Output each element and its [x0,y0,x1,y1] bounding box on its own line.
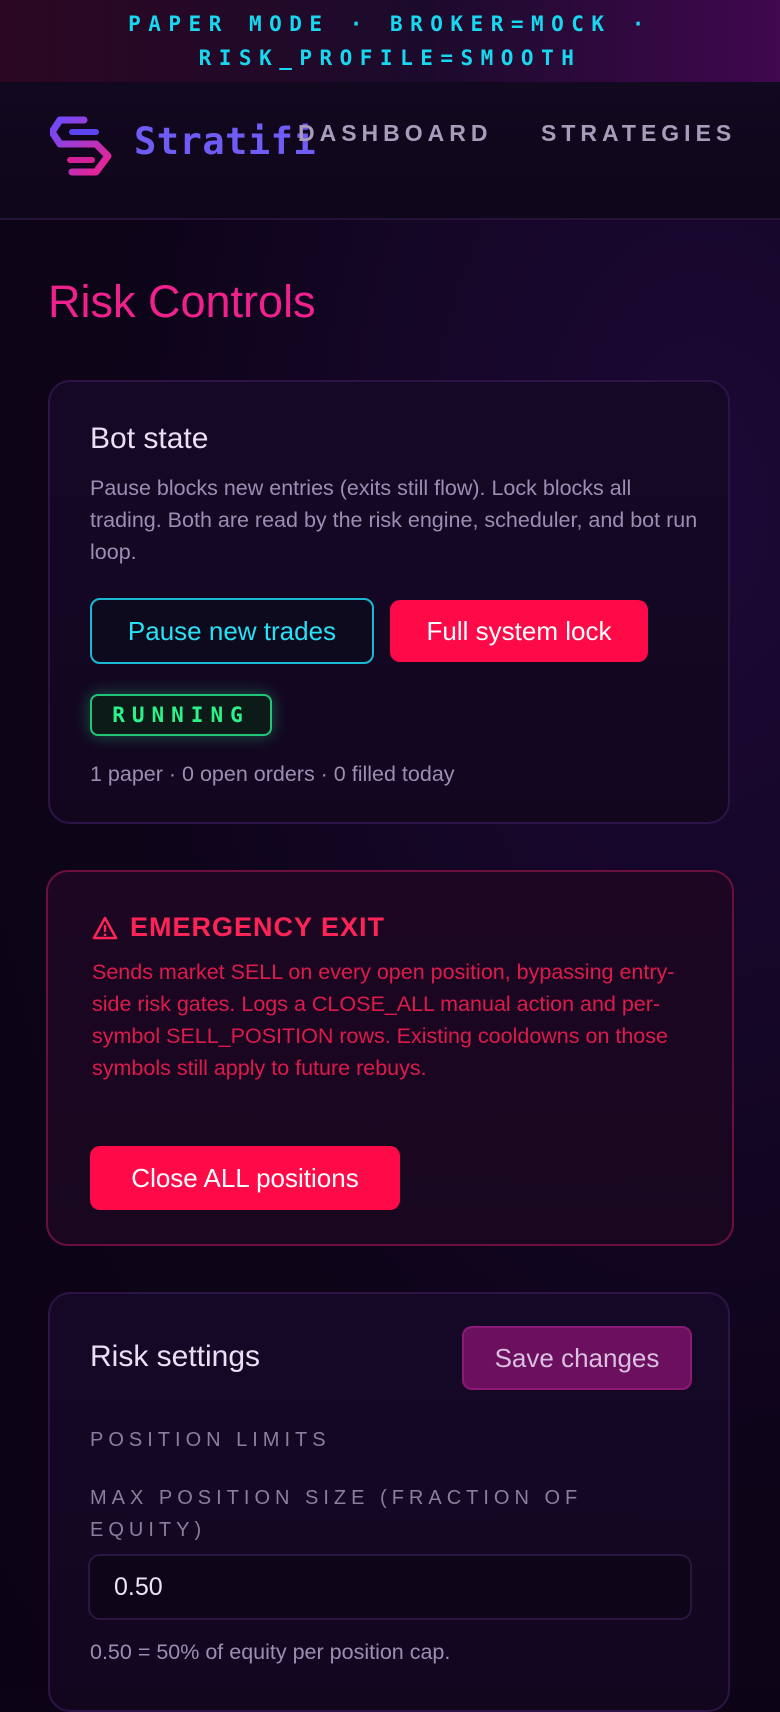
mode-banner: PAPER MODE · BROKER=MOCK · RISK_PROFILE=… [0,0,780,82]
top-navigation: Stratifi DASHBOARD STRATEGIES [0,82,780,220]
bot-state-title: Bot state [90,422,209,455]
emergency-exit-heading: EMERGENCY EXIT [92,912,385,943]
warning-icon [92,916,118,939]
banner-line-2: RISK_PROFILE=SMOOTH [198,46,582,70]
max-position-size-hint: 0.50 = 50% of equity per position cap. [90,1640,451,1664]
page-title: Risk Controls [48,276,316,327]
save-changes-button[interactable]: Save changes [462,1326,692,1390]
max-position-size-label: MAX POSITION SIZE (FRACTION OF EQUITY) [90,1487,583,1541]
close-all-positions-button[interactable]: Close ALL positions [90,1146,400,1210]
banner-line-1: PAPER MODE · BROKER=MOCK · [128,12,652,36]
nav-strategies-link[interactable]: STRATEGIES [541,120,736,147]
bot-state-card: Bot state Pause blocks new entries (exit… [48,380,730,824]
risk-settings-title: Risk settings [90,1340,261,1373]
nav-dashboard-link[interactable]: DASHBOARD [298,120,493,147]
emergency-exit-title: EMERGENCY EXIT [130,912,386,942]
pause-new-trades-button[interactable]: Pause new trades [90,598,374,664]
risk-settings-card: Risk settings Save changes POSITION LIMI… [48,1292,730,1712]
bot-stats-line: 1 paper · 0 open orders · 0 filled today [90,762,455,786]
full-system-lock-button[interactable]: Full system lock [390,600,648,662]
stratifi-logo-icon[interactable] [50,116,114,176]
emergency-exit-card: EMERGENCY EXIT Sends market SELL on ever… [46,870,734,1246]
bot-state-description: Pause blocks new entries (exits still fl… [90,476,698,564]
emergency-exit-description: Sends market SELL on every open position… [92,960,675,1080]
max-position-size-input[interactable]: 0.50 [88,1554,692,1620]
brand-name[interactable]: Stratifi [134,120,316,163]
position-limits-section-label: POSITION LIMITS [90,1429,331,1451]
status-badge: RUNNING [90,694,272,736]
